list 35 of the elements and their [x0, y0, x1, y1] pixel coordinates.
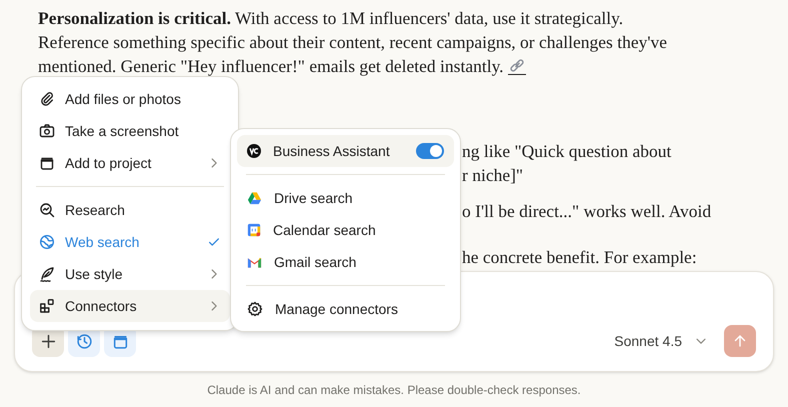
menu-item[interactable]: Calendar search	[237, 214, 454, 246]
globe-icon	[39, 234, 55, 250]
quill-icon	[39, 266, 55, 282]
blocks-icon	[39, 298, 55, 314]
camera-icon	[39, 123, 55, 139]
menu-item[interactable]: Use style	[30, 258, 230, 290]
disclaimer: Claude is AI and can make mistakes. Please double-check responses.	[206, 382, 582, 399]
menu-item[interactable]: Drive search	[237, 182, 454, 214]
menu-item[interactable]: Business Assistant	[237, 135, 454, 167]
message-text: ng like "Quick question about	[462, 140, 672, 163]
calendar-icon	[247, 223, 261, 237]
research-icon	[39, 202, 55, 218]
link-icon	[508, 57, 526, 75]
gear-icon	[247, 301, 263, 317]
message-text: o I'll be direct..." works well. Avoid	[462, 200, 712, 223]
menu-item[interactable]: Gmail search	[237, 246, 454, 278]
menu-item[interactable]: Connectors	[30, 290, 230, 322]
arrow-up-icon	[732, 333, 748, 349]
drive-icon	[247, 190, 262, 206]
menu-item[interactable]: Add files or photos	[30, 83, 230, 115]
toggle-switch[interactable]	[416, 143, 444, 159]
message-text: he concrete benefit. For example:	[462, 246, 698, 269]
box-icon	[39, 155, 55, 171]
message-text: r niche]"	[462, 164, 524, 187]
menu-item[interactable]: Research	[30, 194, 230, 226]
menu-item[interactable]: Web search	[30, 226, 230, 258]
message-paragraph: Personalization is critical. With access to 1M influencers' data, use it strategically. Reference something specific about their content, recent campaigns, or challenges they've mentioned. Generic "Hey influencer!" emails get deleted instantly.	[38, 7, 668, 78]
menu-item[interactable]: Take a screenshot	[30, 115, 230, 147]
paperclip-icon	[39, 91, 55, 107]
clock-icon	[76, 332, 92, 350]
menu-item[interactable]: Manage connectors	[237, 293, 454, 325]
menu-item[interactable]: Add to project	[30, 147, 230, 179]
logo-icon	[247, 144, 261, 158]
model-selector[interactable]: Sonnet 4.5	[606, 325, 716, 357]
plus-icon	[40, 332, 56, 350]
